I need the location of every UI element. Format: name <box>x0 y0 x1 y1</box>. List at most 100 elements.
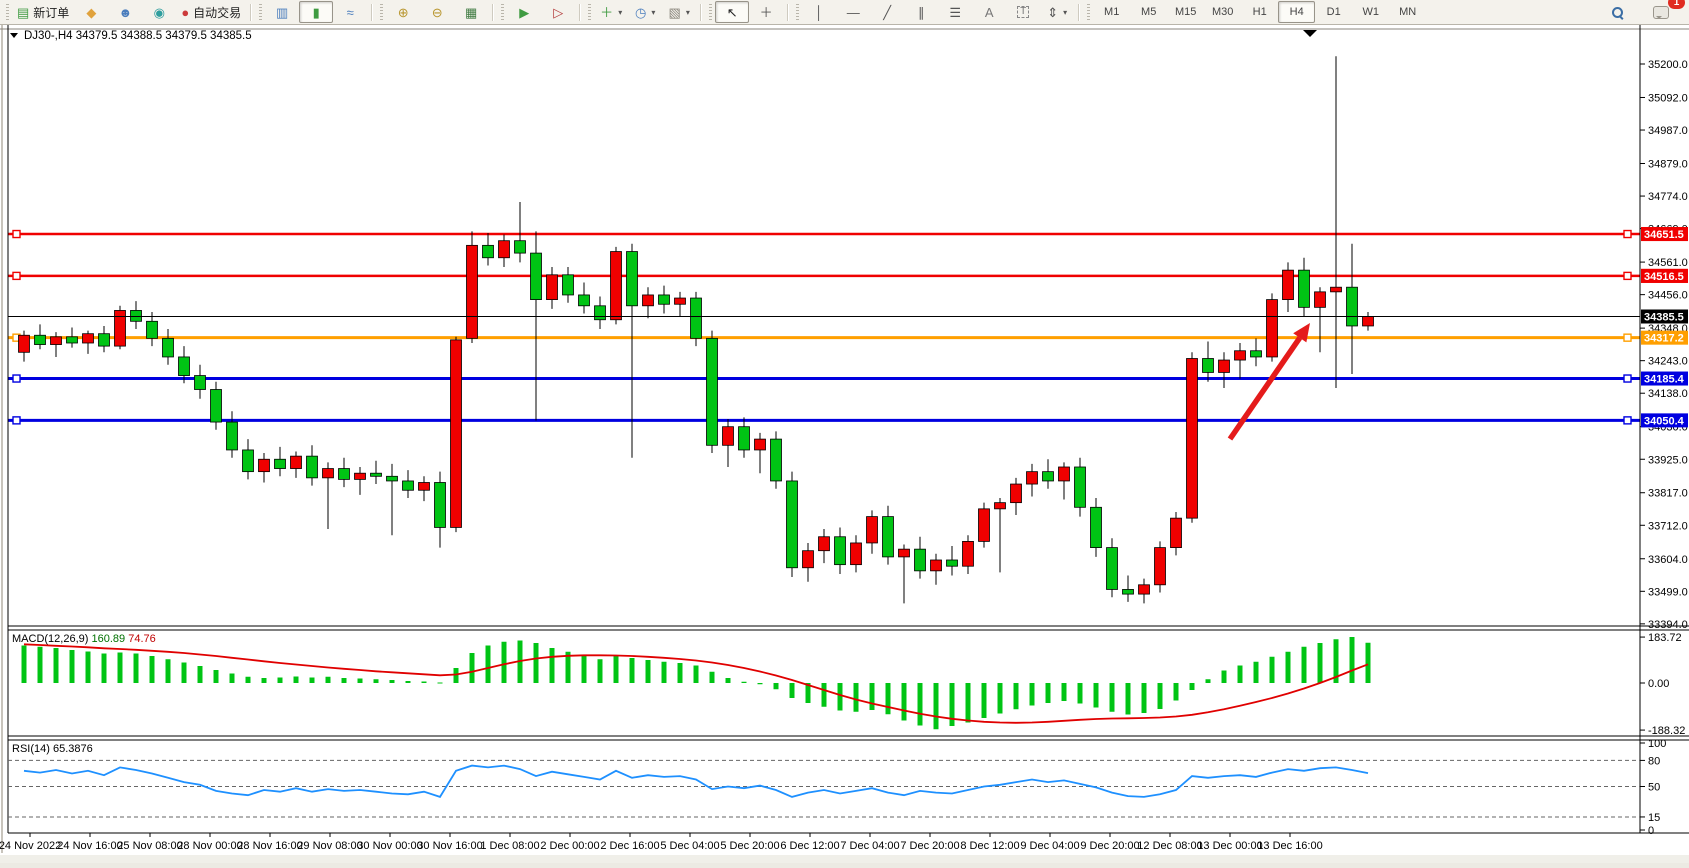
chevron-down-icon: ▾ <box>1063 8 1067 17</box>
candle-bear <box>339 469 350 480</box>
candle-bull <box>547 275 558 300</box>
macd-histogram-bar <box>678 663 683 683</box>
candle-bull <box>1139 585 1150 594</box>
macd-histogram-bar <box>166 659 171 683</box>
macd-histogram-bar <box>710 672 715 683</box>
hline-handle[interactable] <box>13 231 20 238</box>
candle-bull <box>1011 484 1022 503</box>
macd-histogram-bar <box>214 670 219 683</box>
hline-handle[interactable] <box>1624 375 1631 382</box>
candle-bull <box>899 549 910 557</box>
timeframe-button-h1[interactable]: H1 <box>1241 1 1278 23</box>
period-button[interactable]: ◷▾ <box>628 1 662 23</box>
timeframe-button-h4[interactable]: H4 <box>1278 1 1315 23</box>
macd-histogram-bar <box>614 656 619 684</box>
candle-bear <box>515 241 526 253</box>
toolbar-grip <box>588 4 591 21</box>
chart-gem-button[interactable]: ◆ <box>74 1 108 23</box>
channel-button[interactable]: ∥ <box>904 1 938 23</box>
timeframe-button-d1[interactable]: D1 <box>1315 1 1352 23</box>
profile-icon: ☻ <box>118 6 132 19</box>
macd-label: MACD(12,26,9) 160.89 74.76 <box>12 633 156 645</box>
line-chart-button[interactable]: ≈ <box>333 1 367 23</box>
fibonacci-icon: ☰ <box>949 6 961 19</box>
price-axis-label: 33925.0 <box>1648 454 1688 466</box>
crosshair-button[interactable]: ＋ <box>749 1 783 23</box>
macd-histogram-bar <box>966 683 971 723</box>
candle-bull <box>803 551 814 568</box>
search-icon <box>1612 7 1623 18</box>
text-button[interactable]: A <box>972 1 1006 23</box>
fibonacci-button[interactable]: ☰ <box>938 1 972 23</box>
bar-chart-button[interactable]: ▥ <box>265 1 299 23</box>
zoom-in-button[interactable]: ⊕ <box>386 1 420 23</box>
toolbar-separator <box>371 4 373 21</box>
add-indicator-button[interactable]: ＋▾ <box>594 1 628 23</box>
candle-bull <box>83 334 94 343</box>
macd-histogram-bar <box>454 668 459 683</box>
autotrade-button[interactable]: ●自动交易 <box>176 1 246 23</box>
search-button[interactable] <box>1600 1 1634 23</box>
profile-button[interactable]: ☻ <box>108 1 142 23</box>
timeframe-button-mn[interactable]: MN <box>1389 1 1426 23</box>
hline-handle[interactable] <box>1624 231 1631 238</box>
arrows-button[interactable]: ⇕▾ <box>1040 1 1074 23</box>
time-axis-label: 9 Dec 04:00 <box>1020 840 1079 852</box>
clock-icon: ◷ <box>635 6 646 19</box>
macd-histogram-bar <box>886 683 891 714</box>
notifications-button[interactable]: 1 <box>1644 1 1678 23</box>
candle-bear <box>595 306 606 320</box>
chart-title: DJ30-,H4 34379.5 34388.5 34379.5 34385.5 <box>24 30 252 42</box>
macd-histogram-bar <box>726 678 731 683</box>
candle-bear <box>179 357 190 376</box>
hline-handle[interactable] <box>13 375 20 382</box>
timeframe-button-m5[interactable]: M5 <box>1130 1 1167 23</box>
macd-histogram-bar <box>38 647 43 683</box>
macd-histogram-bar <box>422 682 427 684</box>
price-axis-label: 33712.0 <box>1648 520 1688 532</box>
macd-histogram-bar <box>1366 643 1371 683</box>
macd-histogram-bar <box>1062 683 1067 701</box>
auto-scroll-button[interactable]: ▷ <box>541 1 575 23</box>
timeframe-button-m30[interactable]: M30 <box>1204 1 1241 23</box>
time-axis-label: 1 Dec 08:00 <box>480 840 539 852</box>
hline-handle[interactable] <box>1624 417 1631 424</box>
candle-bear <box>163 338 174 357</box>
macd-histogram-bar <box>694 666 699 684</box>
candle-bear <box>659 295 670 304</box>
rsi-axis-label: 0 <box>1648 825 1654 837</box>
vertical-line-button[interactable]: │ <box>802 1 836 23</box>
macd-histogram-bar <box>838 683 843 711</box>
candle-bull <box>1027 472 1038 484</box>
trendline-button[interactable]: ╱ <box>870 1 904 23</box>
time-axis-label: 5 Dec 20:00 <box>720 840 779 852</box>
candlestick-chart-button[interactable]: ▮ <box>299 1 333 23</box>
price-axis-label: 34138.0 <box>1648 388 1688 400</box>
hline-handle[interactable] <box>1624 334 1631 341</box>
timeframe-button-w1[interactable]: W1 <box>1352 1 1389 23</box>
time-axis-label: 13 Dec 00:00 <box>1197 840 1262 852</box>
macd-histogram-bar <box>1350 637 1355 683</box>
template-button[interactable]: ▧▾ <box>662 1 696 23</box>
candle-bull <box>643 295 654 306</box>
hline-handle[interactable] <box>13 417 20 424</box>
horizontal-line-button[interactable]: — <box>836 1 870 23</box>
bar-chart-icon: ▥ <box>276 6 288 19</box>
hline-handle[interactable] <box>13 272 20 279</box>
new-order-button[interactable]: ▤新订单 <box>12 1 74 23</box>
signals-button[interactable]: ◉ <box>142 1 176 23</box>
candle-bull <box>291 456 302 468</box>
candle-bull <box>995 503 1006 509</box>
timeframe-button-m15[interactable]: M15 <box>1167 1 1204 23</box>
macd-histogram-bar <box>294 677 299 684</box>
zoom-in-icon: ⊕ <box>398 6 409 19</box>
cursor-button[interactable]: ↖ <box>715 1 749 23</box>
text-label-button[interactable]: T <box>1006 1 1040 23</box>
zoom-out-button[interactable]: ⊖ <box>420 1 454 23</box>
chart-shift-button[interactable]: ▶ <box>507 1 541 23</box>
timeframe-button-m1[interactable]: M1 <box>1093 1 1130 23</box>
hline-handle[interactable] <box>1624 272 1631 279</box>
toolbar-separator <box>492 4 494 21</box>
tile-windows-button[interactable]: ▦ <box>454 1 488 23</box>
macd-histogram-bar <box>342 678 347 683</box>
